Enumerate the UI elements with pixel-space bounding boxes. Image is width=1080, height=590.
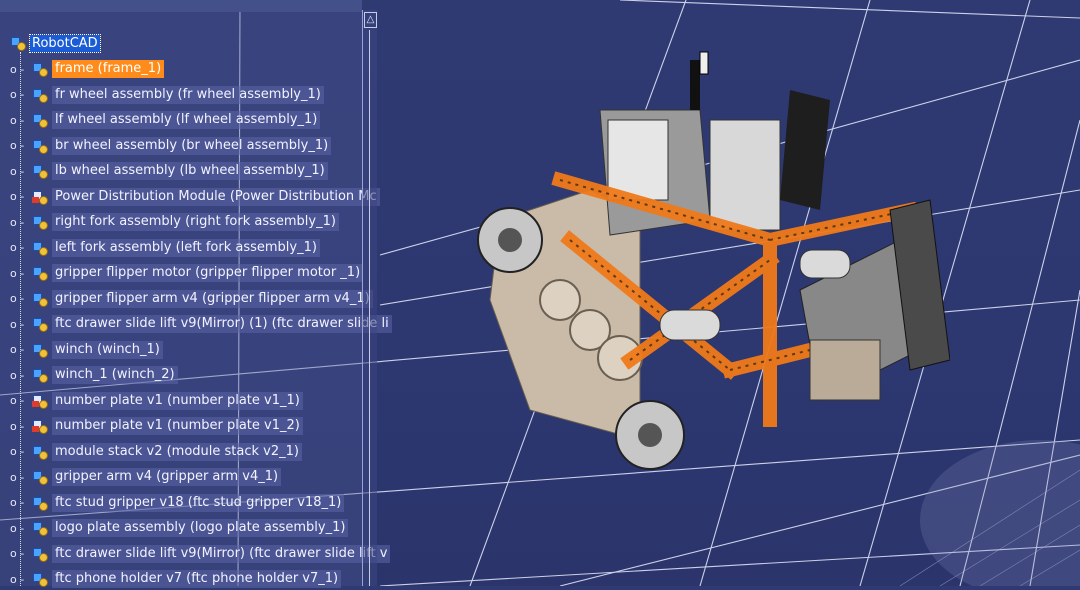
product-icon [32,214,48,230]
tree-node[interactable]: o - winch (winch_1) [10,339,163,361]
tree-node-label[interactable]: br wheel assembly (br wheel assembly_1) [52,136,332,155]
product-icon [32,61,48,77]
tree-node-label[interactable]: logo plate assembly (logo plate assembly… [52,519,349,537]
tree-node-label[interactable]: right fork assembly (right fork assembly… [52,213,339,231]
tree-node-label[interactable]: ftc stud gripper v18 (ftc stud gripper v… [52,493,345,512]
tree-node-label[interactable]: gripper flipper arm v4 (gripper flipper … [52,289,373,308]
tree-header-bar [0,0,362,12]
tree-connector: o - [10,470,25,484]
tree-connector: o - [10,317,25,331]
product-icon [32,291,48,307]
tree-connector: o - [10,88,25,101]
tree-node-label[interactable]: ftc phone holder v7 (ftc phone holder v7… [52,570,342,588]
tree-node-label[interactable]: ftc drawer slide lift v9(Mirror) (1) (ft… [52,315,392,333]
robot-3d-model[interactable] [470,40,950,480]
scroll-up-arrow-icon[interactable]: △ [364,12,377,28]
tree-node[interactable]: o - left fork assembly (left fork assembl… [10,237,320,259]
tree-node[interactable]: o - winch_1 (winch_2) [10,364,178,386]
tree-node-label[interactable]: lf wheel assembly (lf wheel assembly_1) [52,111,321,129]
tree-node[interactable]: o - ftc drawer slide lift v9(Mirror) (ftc… [10,543,391,565]
product-icon [32,546,48,562]
product-icon [32,138,48,154]
scroll-track[interactable] [369,30,370,586]
tree-node-label[interactable]: winch (winch_1) [52,340,163,359]
product-icon [32,444,48,460]
tree-node[interactable]: o - br wheel assembly (br wheel assembly_… [10,135,332,157]
tree-node[interactable]: o - Power Distribution Module (Power Dist… [10,186,380,208]
tree-node-label[interactable]: lb wheel assembly (lb wheel assembly_1) [52,162,328,180]
product-icon [32,520,48,536]
tree-node-label[interactable]: frame (frame_1) [52,60,165,78]
tree-node-label[interactable]: gripper flipper motor (gripper flipper m… [52,264,364,282]
tree-connector: o - [10,266,25,280]
tree-node[interactable]: o - module stack v2 (module stack v2_1) [10,441,302,463]
tree-connector: o - [10,547,25,560]
product-icon [32,342,48,358]
tree-node[interactable]: o - frame (frame_1) [10,58,165,80]
product-icon [32,495,48,511]
tree-connector: o - [10,113,25,127]
tree-connector: o - [10,241,25,254]
tree-node-label[interactable]: module stack v2 (module stack v2_1) [52,442,302,461]
tree-root-label[interactable]: RobotCAD [29,33,101,53]
tree-node-label[interactable]: ftc drawer slide lift v9(Mirror) (ftc dr… [52,544,391,563]
product-icon [32,87,48,103]
tree-node-label[interactable]: left fork assembly (left fork assembly_1… [52,238,320,257]
tree-node[interactable]: o - number plate v1 (number plate v1_2) [10,415,303,437]
tree-connector: o - [10,419,25,433]
tree-connector: o - [10,215,25,229]
product-icon [32,163,48,179]
tree-connector: o - [10,190,25,203]
tree-connector: o - [10,368,25,382]
tree-node-label[interactable]: winch_1 (winch_2) [52,366,178,384]
tree-node[interactable]: o - lf wheel assembly (lf wheel assembly_… [10,109,321,131]
specification-tree[interactable]: RobotCAD o - frame (frame_1) o - fr wheel a… [0,0,392,588]
product-icon [32,265,48,281]
tree-connector: o - [10,164,25,178]
tree-connector: o - [10,62,25,76]
tree-node[interactable]: o - right fork assembly (right fork assem… [10,211,339,233]
tree-node[interactable]: o - gripper flipper motor (gripper flippe… [10,262,364,284]
tree-node[interactable]: o - lb wheel assembly (lb wheel assembly_… [10,160,328,182]
product-icon [32,112,48,128]
product-icon [32,469,48,485]
tree-node[interactable]: o - ftc drawer slide lift v9(Mirror) (1) … [10,313,392,335]
tree-node[interactable]: o - fr wheel assembly (fr wheel assembly_… [10,84,324,106]
part-icon [32,418,48,434]
product-icon [32,571,48,587]
tree-connector: o - [10,394,25,407]
tree-connector: o - [10,445,25,458]
product-icon [32,240,48,256]
tree-root-node[interactable]: RobotCAD [10,33,101,53]
tree-connector: o - [10,572,25,586]
tree-node[interactable]: o - gripper arm v4 (gripper arm v4_1) [10,466,282,488]
tree-connector: o - [10,292,25,305]
tree-node-label[interactable]: gripper arm v4 (gripper arm v4_1) [52,468,282,486]
tree-scrollbar[interactable]: △ [362,10,377,586]
tree-node[interactable]: o - logo plate assembly (logo plate assem… [10,517,349,539]
part-icon [32,189,48,205]
tree-connector: o - [10,496,25,509]
tree-node-label[interactable]: number plate v1 (number plate v1_1) [52,391,303,410]
tree-connector: o - [10,521,25,535]
part-icon [32,393,48,409]
tree-connector: o - [10,139,25,152]
tree-node[interactable]: o - gripper flipper arm v4 (gripper flipp… [10,288,373,310]
tree-node[interactable]: o - ftc phone holder v7 (ftc phone holder… [10,568,342,590]
product-icon [32,316,48,332]
tree-node-label[interactable]: fr wheel assembly (fr wheel assembly_1) [52,85,324,104]
tree-connector: o - [10,343,25,356]
tree-node-label[interactable]: number plate v1 (number plate v1_2) [52,417,303,435]
tree-node[interactable]: o - number plate v1 (number plate v1_1) [10,390,303,412]
tree-node[interactable]: o - ftc stud gripper v18 (ftc stud grippe… [10,492,345,514]
product-icon [10,35,26,51]
tree-node-label[interactable]: Power Distribution Module (Power Distrib… [52,187,380,206]
product-icon [32,367,48,383]
